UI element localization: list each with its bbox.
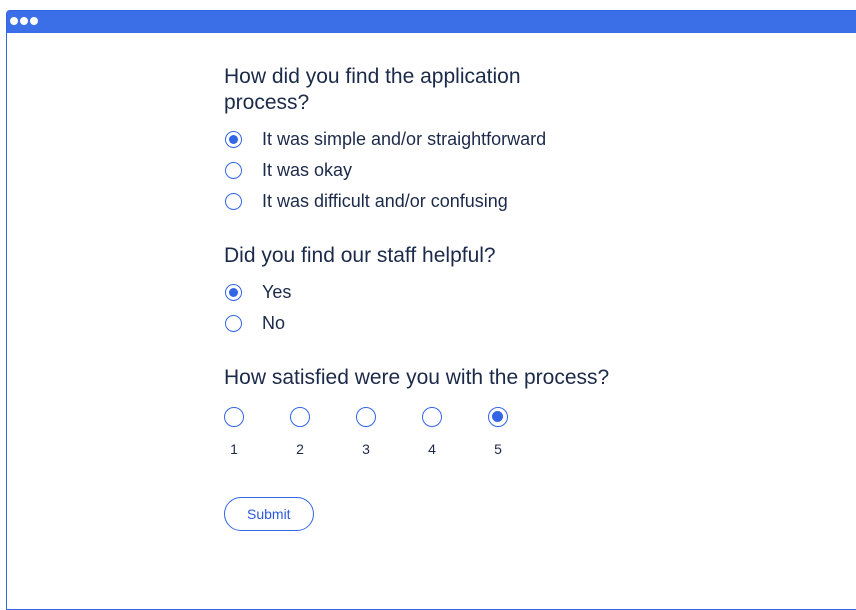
radio-button[interactable] (224, 407, 244, 427)
radio-button[interactable] (225, 193, 242, 210)
window-titlebar (7, 11, 856, 33)
option-label: It was okay (262, 160, 353, 180)
option-label: It was simple and/or straightforward (262, 129, 547, 149)
scale-label: 4 (428, 441, 436, 457)
window-dot-icon[interactable] (10, 17, 18, 25)
question-staff-helpful: Did you find our staff helpful? (224, 244, 496, 267)
radio-button[interactable] (225, 131, 242, 148)
satisfaction-scale: 1 2 3 4 5 (224, 407, 684, 457)
radio-button[interactable] (225, 284, 242, 301)
scale-option-1[interactable]: 1 (224, 407, 290, 457)
option-okay[interactable]: It was okay (224, 155, 684, 186)
option-difficult[interactable]: It was difficult and/or confusing (224, 186, 684, 217)
question-satisfaction: How satisfied were you with the process? (224, 366, 610, 389)
scale-label: 3 (362, 441, 370, 457)
option-label: It was difficult and/or confusing (262, 191, 508, 211)
scale-label: 5 (494, 441, 502, 457)
option-simple[interactable]: It was simple and/or straightforward (224, 124, 684, 155)
option-no[interactable]: No (224, 308, 684, 339)
feedback-form: How did you find the application process… (224, 64, 684, 531)
options-staff-helpful: Yes No (224, 277, 684, 339)
scale-option-2[interactable]: 2 (290, 407, 356, 457)
radio-button[interactable] (488, 407, 508, 427)
scale-label: 2 (296, 441, 304, 457)
scale-option-3[interactable]: 3 (356, 407, 422, 457)
radio-button[interactable] (290, 407, 310, 427)
window-dot-icon[interactable] (30, 17, 38, 25)
scale-option-4[interactable]: 4 (422, 407, 488, 457)
radio-button[interactable] (225, 315, 242, 332)
option-label: No (262, 313, 286, 333)
question-application-process: How did you find the application process… (224, 65, 521, 114)
window-dot-icon[interactable] (20, 17, 28, 25)
submit-button[interactable]: Submit (224, 497, 314, 531)
radio-button[interactable] (422, 407, 442, 427)
radio-button[interactable] (356, 407, 376, 427)
options-application-process: It was simple and/or straightforward It … (224, 124, 684, 217)
scale-label: 1 (230, 441, 238, 457)
radio-button[interactable] (225, 162, 242, 179)
option-yes[interactable]: Yes (224, 277, 684, 308)
scale-option-5[interactable]: 5 (488, 407, 554, 457)
option-label: Yes (262, 282, 292, 302)
